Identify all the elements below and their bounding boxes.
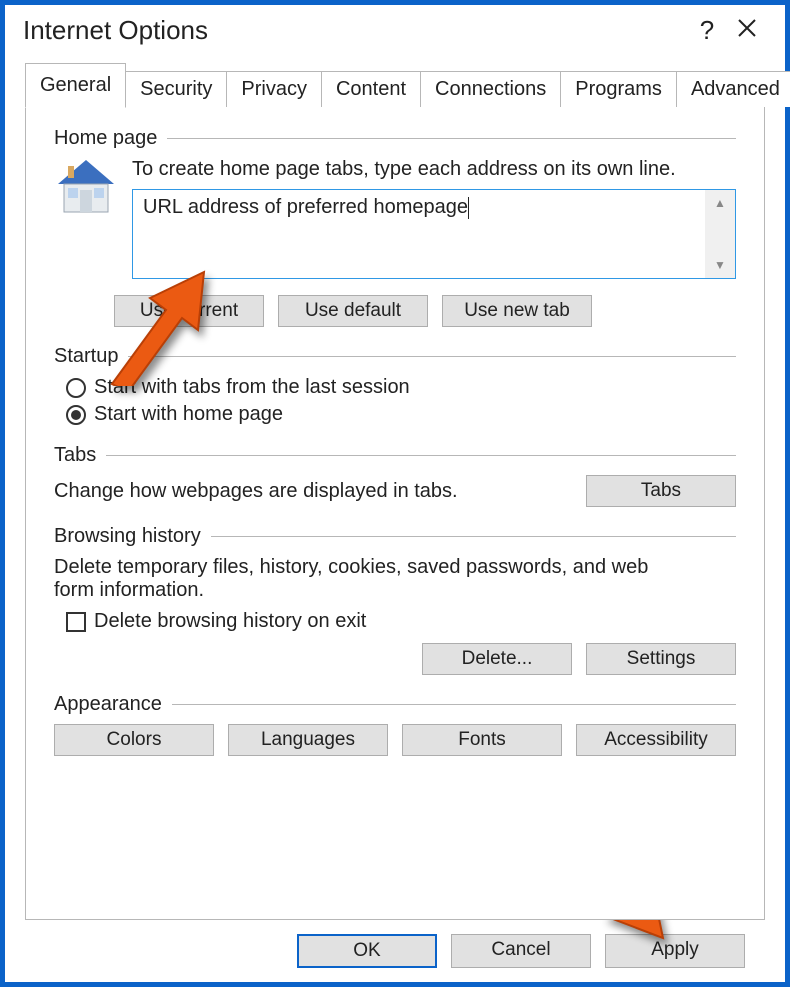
tab-programs[interactable]: Programs (560, 71, 677, 107)
general-panel: Home page (25, 106, 765, 920)
fonts-button[interactable]: Fonts (402, 724, 562, 756)
radio-icon (66, 378, 86, 398)
tab-content[interactable]: Content (321, 71, 421, 107)
languages-button[interactable]: Languages (228, 724, 388, 756)
internet-options-dialog: Internet Options ? General Security Priv… (0, 0, 790, 987)
home-page-label: Home page (54, 127, 157, 150)
cancel-button[interactable]: Cancel (451, 934, 591, 968)
divider (211, 536, 736, 537)
browsing-history-group: Browsing history Delete temporary files,… (54, 525, 736, 675)
tabs-description: Change how webpages are displayed in tab… (54, 480, 458, 503)
use-new-tab-button[interactable]: Use new tab (442, 295, 592, 327)
delete-on-exit-label: Delete browsing history on exit (94, 610, 366, 633)
home-icon (54, 156, 118, 216)
accessibility-button[interactable]: Accessibility (576, 724, 736, 756)
tab-strip: General Security Privacy Content Connect… (25, 62, 765, 107)
titlebar: Internet Options ? (5, 5, 785, 50)
startup-group: Startup Start with tabs from the last se… (54, 345, 736, 426)
home-page-group: Home page (54, 127, 736, 327)
startup-label: Startup (54, 345, 118, 368)
tab-general[interactable]: General (25, 63, 126, 108)
browsing-history-label: Browsing history (54, 525, 201, 548)
home-page-instruction: To create home page tabs, type each addr… (132, 158, 736, 181)
divider (128, 356, 736, 357)
delete-on-exit-checkbox[interactable]: Delete browsing history on exit (66, 610, 736, 633)
window-title: Internet Options (23, 15, 208, 46)
tabs-group-label: Tabs (54, 444, 96, 467)
close-button[interactable] (727, 15, 767, 46)
tab-advanced[interactable]: Advanced (676, 71, 790, 107)
chevron-down-icon[interactable]: ▼ (714, 258, 726, 272)
tab-connections[interactable]: Connections (420, 71, 561, 107)
appearance-label: Appearance (54, 693, 162, 716)
startup-option-home-page-label: Start with home page (94, 403, 283, 426)
help-button[interactable]: ? (687, 15, 727, 46)
radio-checked-icon (66, 405, 86, 425)
tabs-button[interactable]: Tabs (586, 475, 736, 507)
settings-button[interactable]: Settings (586, 643, 736, 675)
divider (106, 455, 736, 456)
tab-security[interactable]: Security (125, 71, 227, 107)
client-area: General Security Privacy Content Connect… (5, 50, 785, 982)
startup-option-last-session[interactable]: Start with tabs from the last session (66, 376, 736, 399)
appearance-group: Appearance Colors Languages Fonts Access… (54, 693, 736, 756)
home-page-url-value: URL address of preferred homepage (143, 196, 468, 218)
apply-button[interactable]: Apply (605, 934, 745, 968)
browsing-history-description: Delete temporary files, history, cookies… (54, 556, 674, 602)
use-current-button[interactable]: Use current (114, 295, 264, 327)
startup-option-home-page[interactable]: Start with home page (66, 403, 736, 426)
divider (167, 138, 736, 139)
use-default-button[interactable]: Use default (278, 295, 428, 327)
startup-option-last-session-label: Start with tabs from the last session (94, 376, 410, 399)
checkbox-icon (66, 612, 86, 632)
colors-button[interactable]: Colors (54, 724, 214, 756)
chevron-up-icon[interactable]: ▲ (714, 196, 726, 210)
delete-button[interactable]: Delete... (422, 643, 572, 675)
dialog-button-row: OK Cancel Apply (25, 920, 765, 968)
tab-privacy[interactable]: Privacy (226, 71, 322, 107)
scrollbar[interactable]: ▲ ▼ (705, 190, 735, 278)
tabs-group: Tabs Change how webpages are displayed i… (54, 444, 736, 507)
divider (172, 704, 736, 705)
ok-button[interactable]: OK (297, 934, 437, 968)
home-page-url-input[interactable]: URL address of preferred homepage ▲ ▼ (132, 189, 736, 279)
